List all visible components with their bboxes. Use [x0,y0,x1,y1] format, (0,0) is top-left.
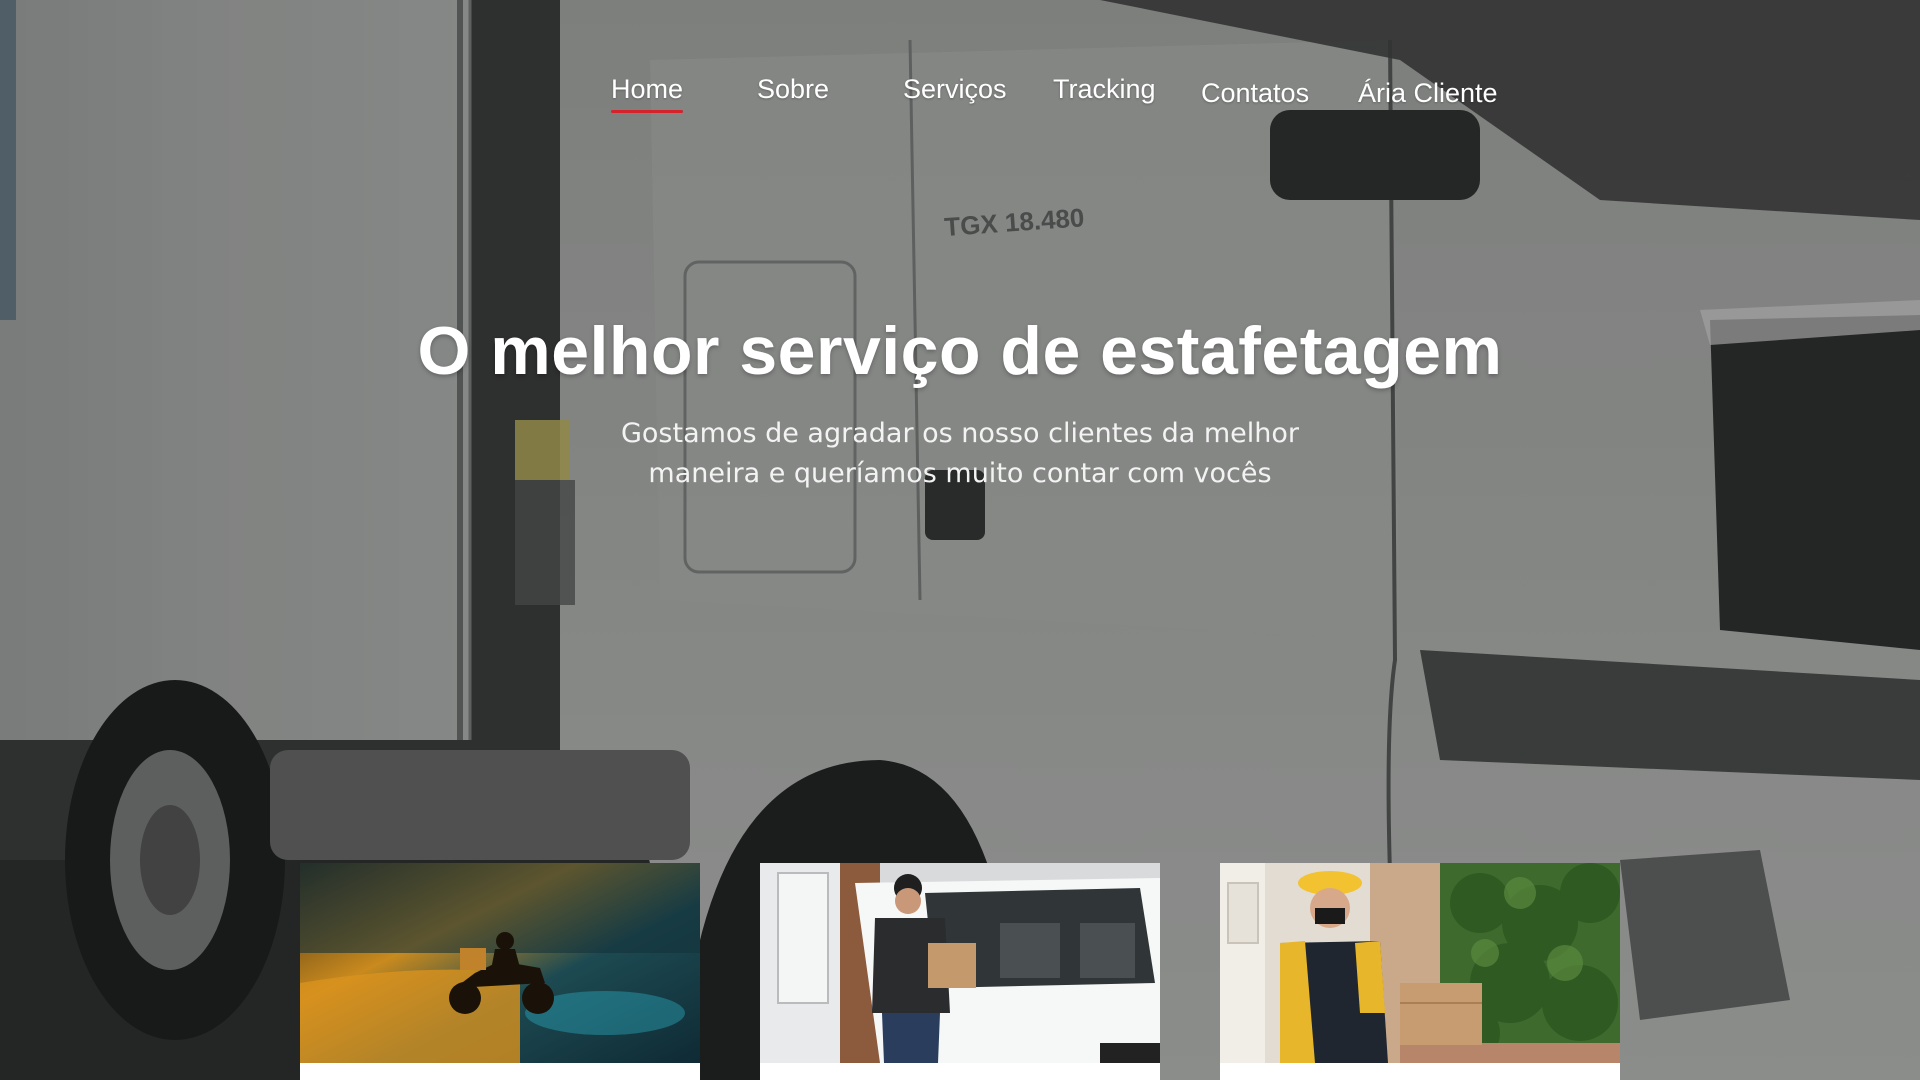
hero-subtitle: Gostamos de agradar os nosso clientes da… [620,418,1299,489]
hero-title: O melhor serviço de estafetagem [417,313,1503,389]
delivery-courier-image [1220,863,1620,1063]
nav-sobre-link[interactable]: Sobre [757,74,829,105]
service-card-delivery[interactable] [1220,863,1620,1080]
hero-section: TGX 18.480 Home Sobre Serviços Tracking … [0,0,1920,1080]
van-courier-image [760,863,1160,1063]
motorcycle-courier-image [300,863,700,1063]
service-card-van[interactable] [760,863,1160,1080]
nav-tracking-link[interactable]: Tracking [1053,74,1156,105]
nav-contatos-link[interactable]: Contatos [1201,78,1309,109]
nav-area-cliente-link[interactable]: Ária Cliente [1358,78,1498,109]
nav-home-link[interactable]: Home [611,74,684,113]
service-card-motorcycle[interactable] [300,863,700,1080]
nav-servicos-link[interactable]: Serviços [903,74,1007,105]
main-nav: Home Sobre Serviços Tracking Contatos Ár… [0,70,1920,120]
